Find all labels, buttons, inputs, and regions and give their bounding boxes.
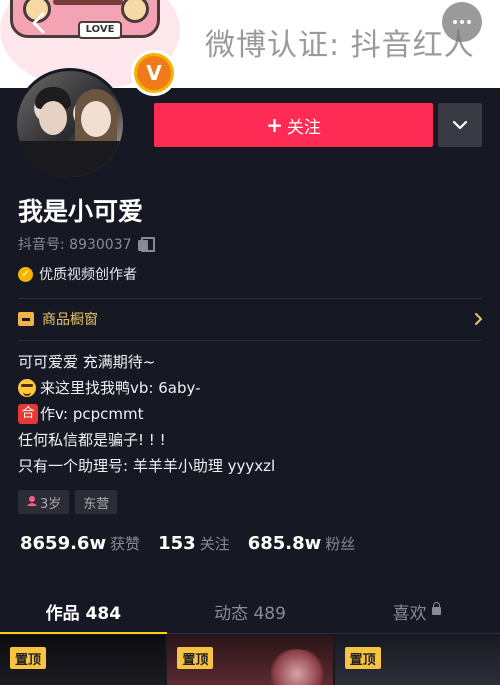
video-thumbnail[interactable]: 置顶 — [0, 635, 166, 685]
tab-works[interactable]: 作品 484 — [0, 590, 167, 634]
location-tag: 东营 — [75, 490, 118, 514]
product-showcase-label: 商品橱窗 — [42, 312, 98, 328]
bio-line: 来这里找我鸭vb: 6aby- — [18, 375, 275, 401]
copy-icon[interactable] — [137, 237, 155, 252]
pinned-badge: 置顶 — [10, 647, 47, 669]
car-light-icon — [121, 0, 149, 23]
shop-icon — [18, 312, 34, 326]
cooperation-emoji-icon: 合 — [18, 404, 38, 424]
more-options-button[interactable] — [442, 2, 482, 42]
bio-line-text: 作v: pcpcmmt — [40, 405, 144, 423]
divider — [18, 298, 482, 299]
dot-icon — [453, 20, 457, 24]
bio-line: 合 作v: pcpcmmt — [18, 401, 275, 427]
dot-icon — [467, 20, 471, 24]
thumbnail-figure — [267, 649, 328, 685]
creator-badge-label: 优质视频创作者 — [39, 267, 137, 283]
fans-stat[interactable]: 685.8w 粉丝 — [248, 533, 356, 554]
bio-line: 可可爱爱 充满期待~ — [18, 353, 156, 371]
pinned-badge: 置顶 — [344, 647, 381, 669]
verified-badge-mark: V — [137, 56, 171, 90]
chevron-right-icon — [474, 310, 482, 329]
video-thumbnail[interactable]: 置顶 — [167, 635, 333, 685]
check-icon: ✓ — [18, 266, 33, 282]
lock-icon — [431, 601, 441, 615]
fans-label: 粉丝 — [325, 535, 356, 553]
fans-count: 685.8w — [247, 533, 322, 554]
avatar-figure — [39, 101, 67, 135]
product-showcase-row[interactable]: 商品橱窗 — [18, 308, 482, 330]
bio-line: 任何私信都是骗子! ! ! — [18, 431, 166, 449]
plus-icon: + — [266, 113, 283, 137]
verified-badge-icon: V — [131, 50, 177, 96]
nickname: 我是小可爱 — [18, 197, 144, 226]
likes-label: 获赞 — [110, 535, 141, 553]
bio-line: 只有一个助理号: 羊羊羊小助理 yyyxzl — [18, 457, 276, 475]
recommend-dropdown-button[interactable] — [438, 103, 482, 147]
douyin-id: 抖音号: 8930037 — [18, 234, 155, 254]
following-stat[interactable]: 153 关注 — [158, 533, 230, 554]
dot-icon — [460, 20, 464, 24]
following-count: 153 — [158, 533, 196, 554]
love-plate: LOVE — [78, 21, 122, 39]
follow-label: 关注 — [286, 117, 321, 138]
douyin-id-text: 抖音号: 8930037 — [18, 237, 132, 253]
back-icon[interactable] — [24, 8, 54, 38]
age-tag: 3岁 — [18, 490, 70, 514]
follow-button[interactable]: + 关注 — [154, 103, 433, 147]
chevron-down-icon — [452, 120, 468, 130]
profile-tabs: 作品 484 动态 489 喜欢 — [0, 590, 500, 634]
tab-likes-label: 喜欢 — [392, 604, 427, 624]
female-icon — [26, 495, 38, 510]
creator-badge: ✓ 优质视频创作者 — [18, 264, 137, 284]
tab-moments[interactable]: 动态 489 — [167, 590, 334, 633]
age-label: 3岁 — [40, 496, 62, 512]
pinned-badge: 置顶 — [177, 647, 214, 669]
banner-verification-text: 微博认证: 抖音红人 — [205, 28, 475, 63]
tab-likes[interactable]: 喜欢 — [333, 590, 500, 633]
avatar-figure — [81, 101, 111, 137]
following-label: 关注 — [199, 535, 230, 553]
divider — [18, 340, 482, 341]
bio: 可可爱爱 充满期待~ 来这里找我鸭vb: 6aby- 合 作v: pcpcmmt… — [18, 349, 275, 479]
video-thumbnail[interactable]: 置顶 — [334, 635, 500, 685]
avatar-figure — [17, 141, 123, 177]
likes-count: 8659.6w — [20, 533, 107, 554]
avatar[interactable] — [14, 68, 126, 180]
likes-stat[interactable]: 8659.6w 获赞 — [20, 533, 140, 554]
bio-line-text: 来这里找我鸭vb: 6aby- — [40, 379, 201, 397]
emoji-icon — [18, 379, 36, 397]
profile-tags: 3岁 东营 — [18, 490, 118, 514]
profile-stats: 8659.6w 获赞 153 关注 685.8w 粉丝 — [20, 533, 373, 554]
video-grid: 置顶 置顶 置顶 — [0, 635, 500, 685]
